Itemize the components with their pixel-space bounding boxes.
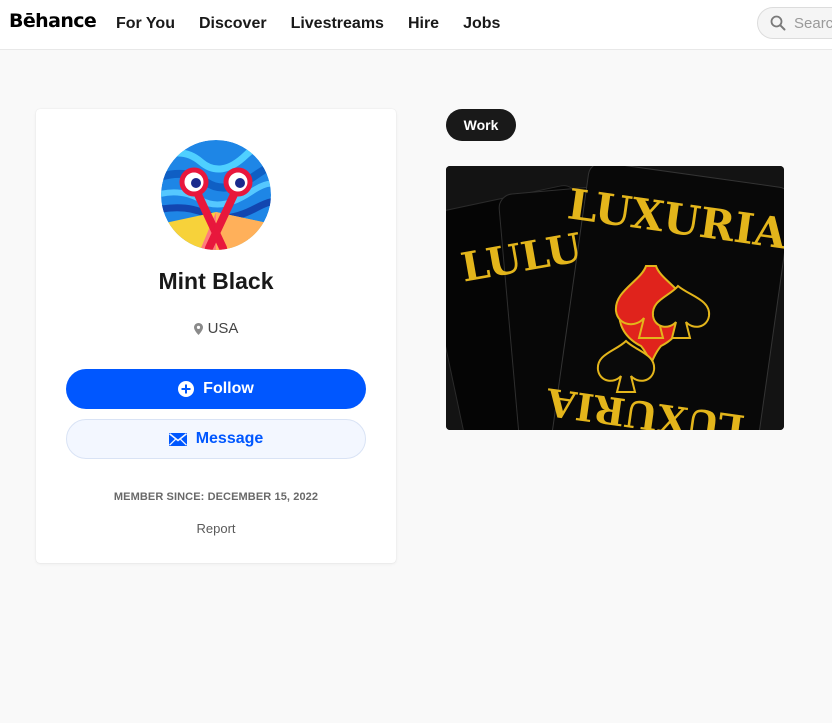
search-input[interactable] [794, 14, 832, 32]
top-navigation-bar: Bēhance For You Discover Livestreams Hir… [0, 0, 832, 50]
member-since: MEMBER SINCE: DECEMBER 15, 2022 [113, 491, 319, 503]
location-text: USA [207, 320, 239, 337]
behance-logo[interactable]: Bēhance [9, 10, 97, 32]
nav-hire[interactable]: Hire [408, 15, 439, 33]
nav-jobs[interactable]: Jobs [463, 15, 500, 33]
avatar-image [161, 140, 271, 250]
plus-circle-icon [178, 381, 195, 397]
nav-for-you[interactable]: For You [116, 15, 175, 33]
search-icon [770, 15, 786, 31]
profile-card: Mint Black USA Follow Message MEMBER SIN… [36, 109, 396, 563]
project-cover-image: LULU LUXURIA LUXURIA [446, 166, 784, 430]
nav-livestreams[interactable]: Livestreams [291, 15, 384, 33]
avatar[interactable] [161, 140, 271, 250]
follow-label: Follow [203, 380, 254, 397]
project-thumbnail[interactable]: LULU LUXURIA LUXURIA [446, 166, 784, 430]
envelope-icon [168, 432, 187, 446]
profile-name: Mint Black [158, 268, 274, 294]
location-pin-icon [193, 322, 203, 335]
follow-button[interactable]: Follow [66, 369, 366, 409]
nav-discover[interactable]: Discover [199, 15, 267, 33]
profile-location: USA [36, 320, 396, 337]
tab-work[interactable]: Work [446, 109, 516, 141]
main-nav: For You Discover Livestreams Hire Jobs [116, 15, 524, 33]
search-box[interactable] [757, 7, 832, 39]
message-label: Message [195, 430, 264, 447]
report-link[interactable]: Report [36, 521, 396, 536]
message-button[interactable]: Message [66, 419, 366, 459]
